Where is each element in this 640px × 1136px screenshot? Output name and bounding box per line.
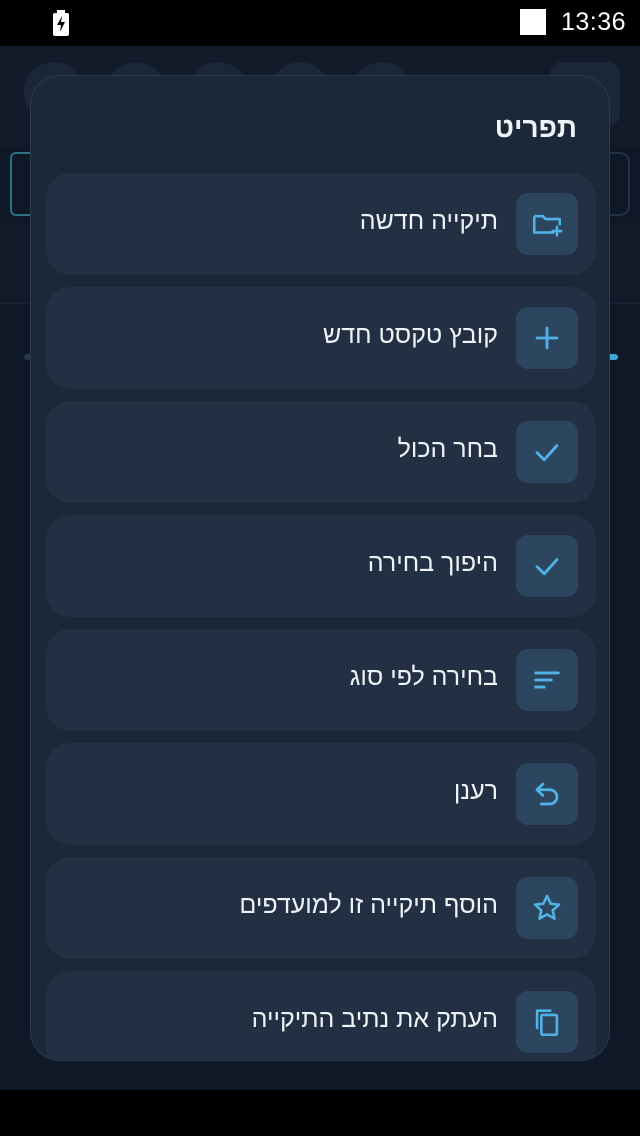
plus-icon (535, 326, 559, 350)
sim-icon (520, 9, 546, 35)
sort-lines-icon-box (516, 649, 578, 711)
undo-arrow-icon-box (516, 763, 578, 825)
create-folder-icon (532, 214, 563, 237)
check-icon-box (516, 421, 578, 483)
menu-item-label: העתק את נתיב התיקייה (251, 1005, 498, 1033)
menu-title: תפריט (494, 112, 577, 143)
check-icon (535, 558, 559, 576)
check-icon (535, 444, 559, 462)
menu-item-label: בחירה לפי סוג (349, 663, 498, 691)
navigation-area (0, 1090, 640, 1136)
create-folder-icon-box (516, 193, 578, 255)
plus-icon-box (516, 307, 578, 369)
menu-item-label: היפוך בחירה (367, 549, 498, 577)
menu-item-select-by-type[interactable]: בחירה לפי סוג (46, 629, 596, 731)
menu-item-invert-selection[interactable]: היפוך בחירה (46, 515, 596, 617)
sort-lines-icon (534, 671, 560, 689)
copy-icon-box (516, 991, 578, 1053)
menu-item-new-folder[interactable]: תיקייה חדשה (46, 173, 596, 275)
menu-item-label: תיקייה חדשה (359, 207, 498, 235)
copy-icon (535, 1009, 559, 1037)
status-bar: 13:36 (0, 0, 640, 46)
check-icon-box (516, 535, 578, 597)
menu-item-label: קובץ טקסט חדש (322, 321, 498, 349)
menu-item-add-favorite[interactable]: הוסף תיקייה זו למועדפים (46, 857, 596, 959)
undo-arrow-icon (535, 782, 559, 806)
menu-item-label: הוסף תיקייה זו למועדפים (239, 891, 498, 919)
menu-item-refresh[interactable]: רענן (46, 743, 596, 845)
menu-item-select-all[interactable]: בחר הכול (46, 401, 596, 503)
battery-charging-icon (53, 10, 69, 36)
star-outline-icon (533, 894, 561, 920)
menu-item-label: רענן (453, 777, 498, 805)
menu-item-new-text-file[interactable]: קובץ טקסט חדש (46, 287, 596, 389)
menu-dialog: תפריט תיקייה חדשה קובץ טקסט חדש בחר הכול… (30, 75, 610, 1061)
status-time: 13:36 (560, 8, 626, 36)
menu-item-copy-path[interactable]: העתק את נתיב התיקייה (46, 971, 596, 1060)
screen: 13:36 תפריט תיקייה חדשה קובץ טקסט חדש בח… (0, 0, 640, 1136)
menu-item-label: בחר הכול (397, 435, 498, 463)
star-outline-icon-box (516, 877, 578, 939)
